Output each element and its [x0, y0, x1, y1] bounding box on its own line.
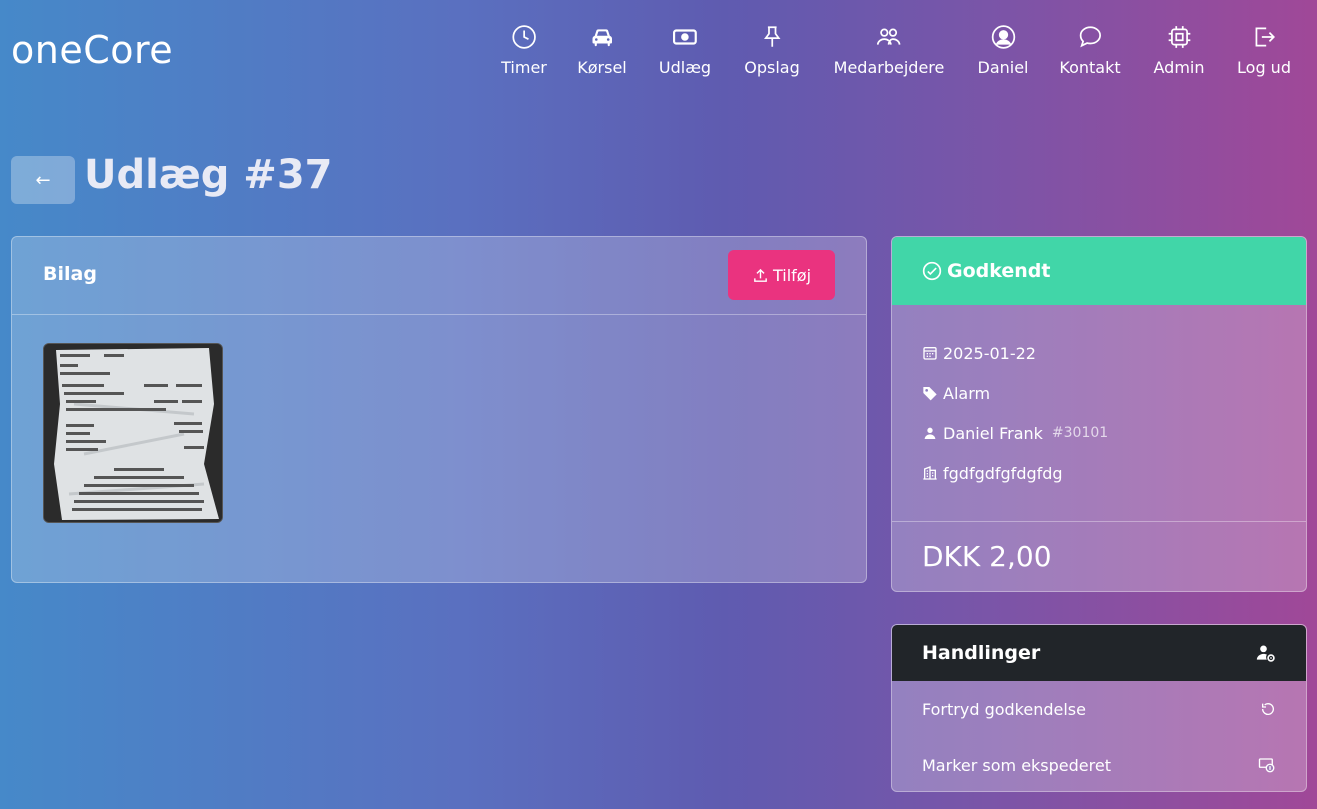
cash-coin-icon: [1258, 758, 1275, 773]
chat-icon: [1079, 26, 1101, 48]
nav-item-korsel[interactable]: Kørsel: [577, 24, 627, 77]
nav-label: Kontakt: [1059, 58, 1121, 77]
upload-icon: [754, 268, 767, 282]
status-details: 2025-01-22 Alarm Daniel Frank #30101 fgd…: [892, 305, 1306, 522]
logout-icon: [1255, 27, 1275, 47]
nav-label: Timer: [501, 58, 547, 77]
cash-icon: [673, 29, 697, 45]
nav-item-timer[interactable]: Timer: [501, 24, 547, 77]
clock-icon: [512, 25, 536, 49]
nav-label: Opslag: [744, 58, 800, 77]
expense-description: fgdfgdfgfdgfdg: [943, 463, 1063, 483]
actions-card: Handlinger Fortryd godkendelse Marker so…: [891, 624, 1307, 792]
nav-item-medarbejdere[interactable]: Medarbejdere: [833, 24, 945, 77]
expense-amount: DKK 2,00: [922, 540, 1052, 573]
nav-label: Daniel: [977, 58, 1029, 77]
top-navbar: oneCore Timer Kørsel Udlæg Opslag Medarb…: [0, 0, 1317, 110]
nav-label: Udlæg: [658, 58, 712, 77]
status-header: Godkendt: [892, 237, 1306, 305]
nav-label: Medarbejdere: [833, 58, 945, 77]
person-icon: [924, 427, 936, 439]
user-circle-icon: [991, 25, 1015, 49]
actions-title: Handlinger: [922, 642, 1041, 664]
nav-item-udlaeg[interactable]: Udlæg: [659, 24, 711, 77]
action-label: Fortryd godkendelse: [922, 699, 1086, 719]
undo-icon: [1261, 703, 1274, 715]
add-attachment-label: Tilføj: [772, 265, 812, 285]
nav-label: Kørsel: [577, 58, 627, 77]
nav-item-opslag[interactable]: Opslag: [744, 24, 800, 77]
undo-approval-button[interactable]: Fortryd godkendelse: [892, 681, 1306, 737]
status-card: Godkendt 2025-01-22 Alarm Daniel Frank #…: [891, 236, 1307, 592]
check-circle-icon: [922, 261, 942, 281]
building-icon: [923, 466, 937, 480]
bilag-title: Bilag: [43, 263, 97, 285]
pin-icon: [763, 26, 781, 47]
receipt-thumbnail[interactable]: [43, 343, 223, 523]
status-label: Godkendt: [947, 260, 1051, 282]
bilag-header: Bilag Tilføj: [12, 237, 866, 315]
main-nav: Timer Kørsel Udlæg Opslag Medarbejdere D…: [0, 24, 1317, 84]
nav-item-kontakt[interactable]: Kontakt: [1059, 24, 1121, 77]
calendar-icon: [923, 347, 937, 360]
employee-row: Daniel Frank #30101: [922, 413, 1276, 453]
cpu-icon: [1168, 26, 1190, 48]
tag-icon: [923, 387, 937, 401]
category-row: Alarm: [922, 373, 1276, 413]
nav-label: Admin: [1153, 58, 1205, 77]
date-row: 2025-01-22: [922, 333, 1276, 373]
nav-item-daniel[interactable]: Daniel: [978, 24, 1029, 77]
user-gear-icon: [1256, 645, 1275, 662]
employee-id: #30101: [1051, 425, 1109, 441]
action-label: Marker som ekspederet: [922, 755, 1111, 775]
bilag-card: Bilag Tilføj: [11, 236, 867, 583]
actions-header: Handlinger: [892, 625, 1306, 681]
car-icon: [592, 29, 612, 47]
expense-date: 2025-01-22: [943, 343, 1036, 363]
receipt-image: [44, 344, 222, 522]
page-title: Udlæg #37: [84, 152, 333, 198]
people-icon: [877, 28, 901, 45]
description-row: fgdfgdfgfdgfdg: [922, 453, 1276, 493]
mark-dispatched-button[interactable]: Marker som ekspederet: [892, 737, 1306, 791]
employee-name: Daniel Frank: [943, 423, 1043, 443]
add-attachment-button[interactable]: Tilføj: [728, 250, 835, 300]
nav-item-log-ud[interactable]: Log ud: [1237, 24, 1291, 77]
nav-label: Log ud: [1237, 58, 1291, 77]
arrow-left-icon: ←: [35, 169, 51, 191]
expense-category: Alarm: [943, 383, 991, 403]
back-button[interactable]: ←: [11, 156, 75, 204]
nav-item-admin[interactable]: Admin: [1154, 24, 1205, 77]
